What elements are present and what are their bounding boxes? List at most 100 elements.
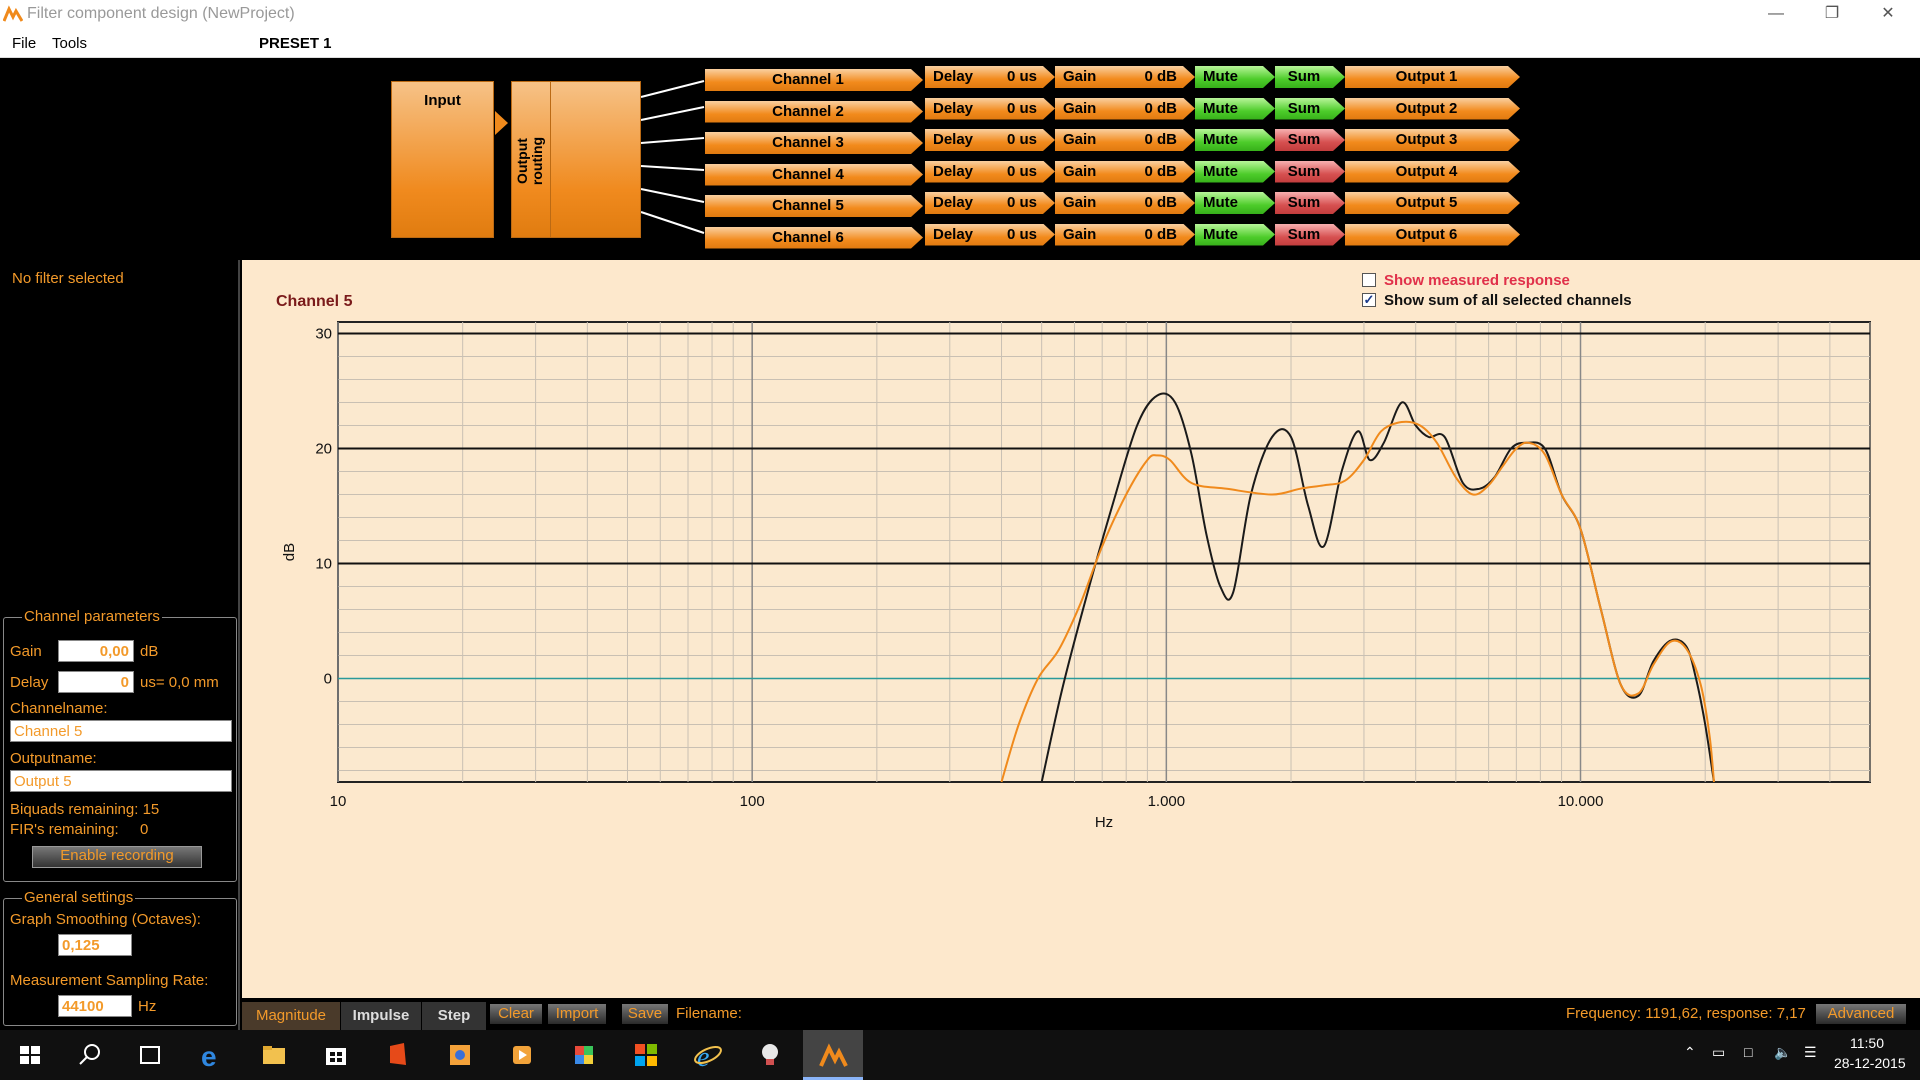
channel-name: Channel 5: [772, 197, 844, 214]
output-routing-block[interactable]: Output routing: [511, 81, 641, 238]
active-app-highlight[interactable]: [803, 1030, 863, 1080]
delay-block[interactable]: Delay 0 us: [925, 66, 1055, 88]
channel-block[interactable]: Channel 4: [705, 164, 923, 186]
clear-button[interactable]: Clear: [490, 1004, 542, 1024]
tray-chevron-icon[interactable]: ⌃: [1684, 1044, 1696, 1061]
output-block[interactable]: Output 3: [1345, 129, 1520, 151]
channel-block[interactable]: Channel 2: [705, 101, 923, 123]
paint-app-icon[interactable]: [440, 1035, 480, 1075]
delay-block[interactable]: Delay 0 us: [925, 224, 1055, 246]
volume-icon[interactable]: 🔈: [1774, 1044, 1791, 1061]
channelname-input[interactable]: Channel 5: [10, 720, 232, 742]
channel-block[interactable]: Channel 3: [705, 132, 923, 154]
delay-label: Delay: [933, 68, 974, 85]
windows-start-icon[interactable]: [10, 1035, 50, 1075]
mute-button[interactable]: Mute: [1195, 129, 1275, 151]
delay-block[interactable]: Delay 0 us: [925, 129, 1055, 151]
mute-label: Mute: [1203, 68, 1238, 85]
delay-block[interactable]: Delay 0 us: [925, 161, 1055, 183]
tab-impulse[interactable]: Impulse: [341, 1002, 421, 1030]
close-icon[interactable]: ✕: [1865, 2, 1911, 26]
save-button[interactable]: Save: [622, 1004, 668, 1024]
left-panel: No filter selected Channel parameters Ga…: [0, 260, 240, 1030]
gain-label: Gain: [1063, 131, 1097, 148]
delay-label: Delay: [933, 225, 974, 243]
gain-value: 0 dB: [1144, 68, 1177, 85]
battery-icon[interactable]: ▭: [1712, 1044, 1725, 1061]
status-readout: Frequency: 1191,62, response: 7,17: [1566, 1005, 1806, 1022]
sum-label: Sum: [1287, 68, 1321, 85]
gain-block[interactable]: Gain 0 dB: [1055, 192, 1195, 214]
output-block[interactable]: Output 5: [1345, 192, 1520, 214]
delay-block[interactable]: Delay 0 us: [925, 192, 1055, 214]
import-button[interactable]: Import: [548, 1004, 606, 1024]
input-block[interactable]: Input: [391, 81, 494, 238]
preset-label[interactable]: PRESET 1: [259, 35, 332, 52]
tab-magnitude[interactable]: Magnitude: [242, 1002, 340, 1030]
gain-block[interactable]: Gain 0 dB: [1055, 129, 1195, 151]
delay-input[interactable]: 0: [58, 671, 134, 693]
gain-block[interactable]: Gain 0 dB: [1055, 224, 1195, 246]
sum-button[interactable]: Sum: [1275, 129, 1345, 151]
internet-explorer-icon[interactable]: e: [688, 1035, 728, 1075]
outputname-input[interactable]: Output 5: [10, 770, 232, 792]
colorful-app-icon[interactable]: [564, 1035, 604, 1075]
gain-input[interactable]: 0,00: [58, 640, 134, 662]
edge-browser-icon[interactable]: e: [192, 1035, 232, 1075]
mute-label: Mute: [1203, 194, 1238, 211]
utility-app-icon[interactable]: [750, 1035, 790, 1075]
menu-tools[interactable]: Tools: [52, 35, 87, 52]
gain-label: Gain: [1063, 68, 1097, 85]
store-icon[interactable]: [316, 1035, 356, 1075]
smoothing-input[interactable]: 0,125: [58, 934, 132, 956]
sum-button[interactable]: Sum: [1275, 192, 1345, 214]
network-icon[interactable]: □: [1744, 1044, 1752, 1060]
channel-block[interactable]: Channel 6: [705, 227, 923, 249]
app-window: Filter component design (NewProject) — ❐…: [0, 0, 1920, 1080]
mute-button[interactable]: Mute: [1195, 224, 1275, 246]
minimize-icon[interactable]: —: [1753, 2, 1799, 26]
gain-block[interactable]: Gain 0 dB: [1055, 161, 1195, 183]
output-block[interactable]: Output 6: [1345, 224, 1520, 246]
gain-value: 0 dB: [1144, 131, 1177, 148]
mute-button[interactable]: Mute: [1195, 98, 1275, 120]
enable-recording-button[interactable]: Enable recording: [32, 846, 202, 868]
media-player-icon[interactable]: [502, 1035, 542, 1075]
output-block[interactable]: Output 1: [1345, 66, 1520, 88]
gain-block[interactable]: Gain 0 dB: [1055, 66, 1195, 88]
mute-button[interactable]: Mute: [1195, 192, 1275, 214]
channel-block[interactable]: Channel 5: [705, 195, 923, 217]
search-icon[interactable]: [70, 1035, 110, 1075]
channel-block[interactable]: Channel 1: [705, 69, 923, 91]
task-view-icon[interactable]: [130, 1035, 170, 1075]
route-line: [640, 188, 705, 203]
sum-button[interactable]: Sum: [1275, 224, 1345, 246]
sum-button[interactable]: Sum: [1275, 98, 1345, 120]
gain-block[interactable]: Gain 0 dB: [1055, 98, 1195, 120]
output-name: Output 6: [1395, 225, 1458, 243]
x-tick-label: 10: [330, 793, 347, 810]
sum-button[interactable]: Sum: [1275, 161, 1345, 183]
tab-step[interactable]: Step: [422, 1002, 486, 1030]
office-icon[interactable]: [378, 1035, 418, 1075]
frequency-response-chart[interactable]: 10 100 1.000 10.000 0 10 20 30 Hz dB: [242, 260, 1920, 998]
sampling-rate-input[interactable]: 44100: [58, 995, 132, 1017]
advanced-button[interactable]: Advanced: [1816, 1004, 1906, 1024]
taskbar: e e ⌃ ▭ □ 🔈 ☰ 11:50 28-12-2015: [0, 1030, 1920, 1080]
windows-logo-app-icon[interactable]: [626, 1035, 666, 1075]
delay-block[interactable]: Delay 0 us: [925, 98, 1055, 120]
output-block[interactable]: Output 2: [1345, 98, 1520, 120]
mute-button[interactable]: Mute: [1195, 161, 1275, 183]
output-block[interactable]: Output 4: [1345, 161, 1520, 183]
delay-label: Delay: [933, 99, 974, 117]
notification-icon[interactable]: ☰: [1804, 1044, 1817, 1061]
delay-label: Delay: [10, 674, 49, 691]
menu-file[interactable]: File: [12, 35, 36, 52]
route-line: [640, 211, 705, 234]
sampling-rate-label: Measurement Sampling Rate:: [10, 972, 209, 989]
input-arrow-shape: [495, 111, 508, 135]
file-explorer-icon[interactable]: [254, 1035, 294, 1075]
restore-icon[interactable]: ❐: [1809, 2, 1855, 26]
sum-button[interactable]: Sum: [1275, 66, 1345, 88]
mute-button[interactable]: Mute: [1195, 66, 1275, 88]
